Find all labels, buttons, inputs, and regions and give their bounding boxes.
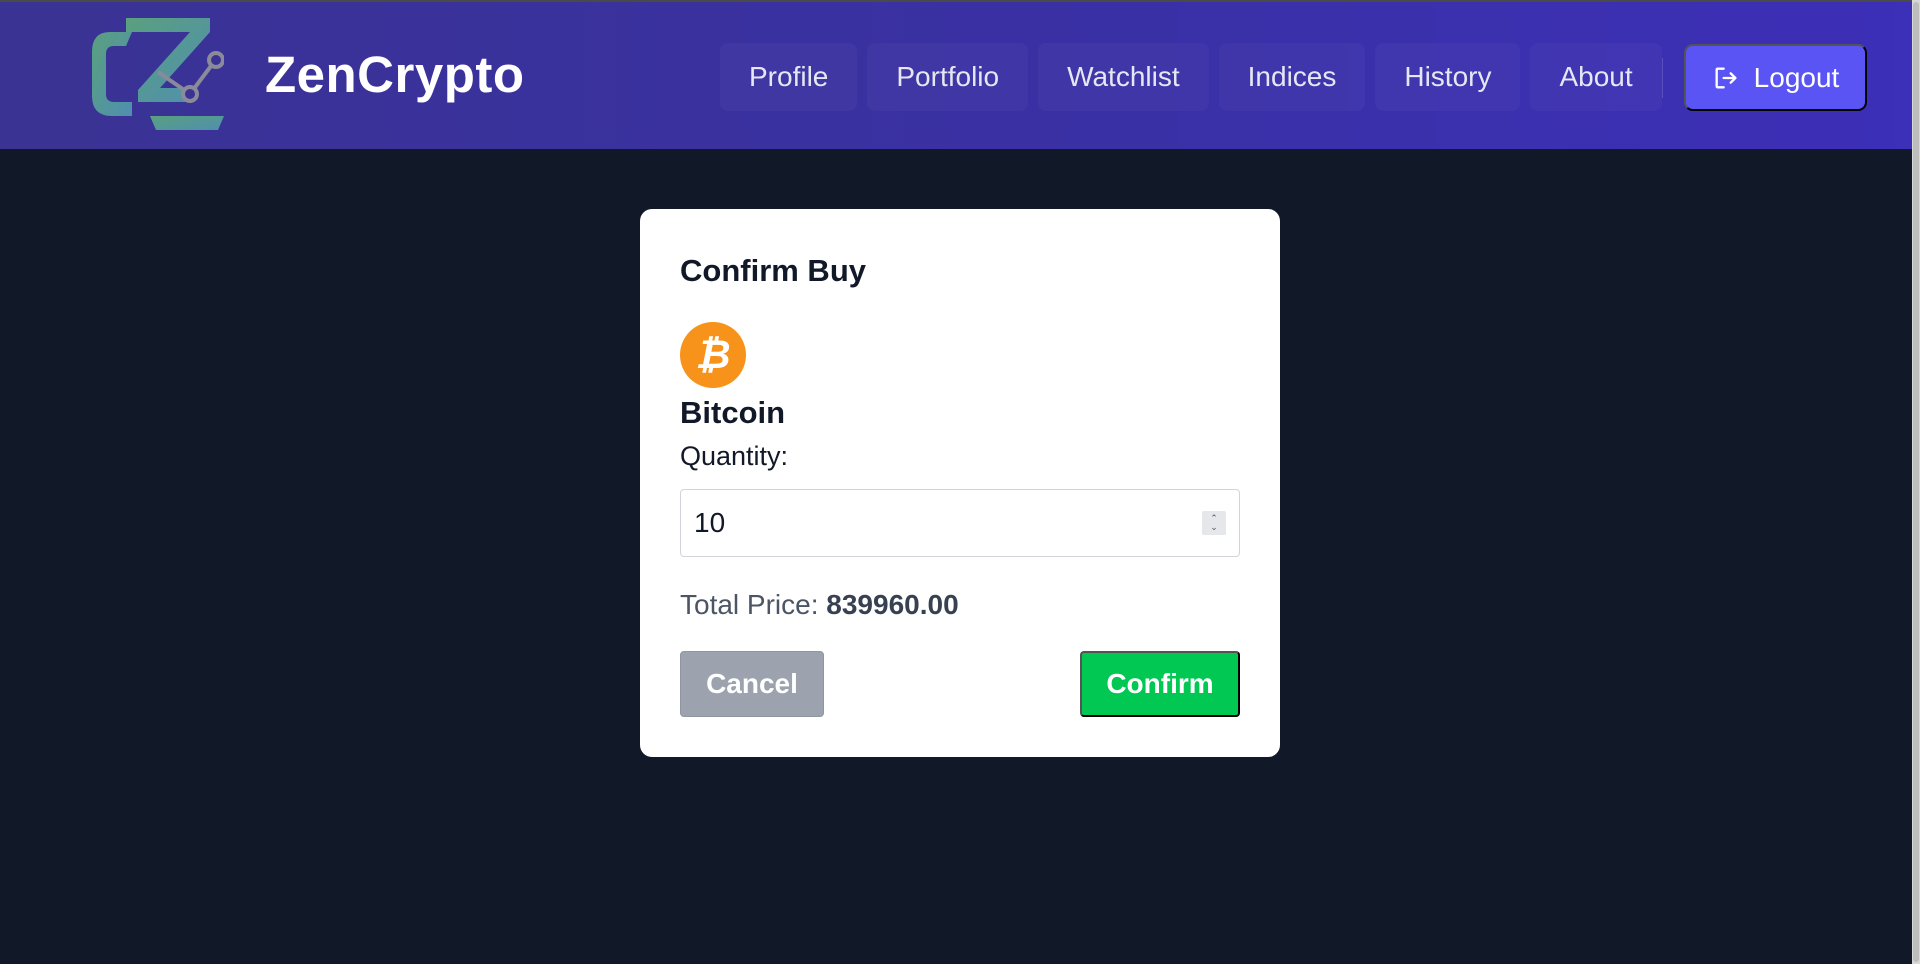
scrollbar-thumb[interactable]: [1913, 2, 1919, 962]
confirm-button[interactable]: Confirm: [1080, 651, 1240, 717]
zencrypto-logo-icon: [92, 18, 224, 130]
brand-name: ZenCrypto: [265, 45, 525, 103]
quantity-value: 10: [694, 507, 726, 538]
quantity-input[interactable]: 10 ⌃ ⌄: [680, 489, 1240, 557]
navbar: ZenCrypto Profile Portfolio Watchlist In…: [0, 0, 1920, 149]
bitcoin-icon: ₿: [680, 322, 746, 388]
nav-item-watchlist[interactable]: Watchlist: [1038, 43, 1209, 111]
logout-label: Logout: [1753, 61, 1840, 93]
main-nav: Profile Portfolio Watchlist Indices Hist…: [720, 43, 1672, 111]
quantity-stepper[interactable]: ⌃ ⌄: [1202, 511, 1226, 535]
nav-item-portfolio[interactable]: Portfolio: [867, 43, 1028, 111]
total-price: Total Price: 839960.00: [680, 589, 959, 621]
brand[interactable]: ZenCrypto: [90, 18, 525, 130]
nav-item-history[interactable]: History: [1375, 43, 1520, 111]
confirm-buy-modal: Confirm Buy ₿ Bitcoin Quantity: 10 ⌃ ⌄ T…: [640, 209, 1280, 757]
logout-icon: [1715, 67, 1737, 89]
nav-item-profile[interactable]: Profile: [720, 43, 857, 111]
nav-divider: [1662, 58, 1663, 98]
nav-item-about[interactable]: About: [1530, 43, 1661, 111]
chevron-down-icon[interactable]: ⌄: [1210, 523, 1218, 532]
modal-title: Confirm Buy: [680, 253, 866, 288]
total-price-label: Total Price:: [680, 589, 819, 620]
cancel-button[interactable]: Cancel: [680, 651, 824, 717]
quantity-label: Quantity:: [680, 441, 789, 471]
total-price-value: 839960.00: [826, 589, 959, 620]
coin-name: Bitcoin: [680, 395, 786, 430]
nav-item-indices[interactable]: Indices: [1219, 43, 1366, 111]
logout-button[interactable]: Logout: [1684, 44, 1867, 111]
svg-text:₿: ₿: [695, 333, 730, 377]
